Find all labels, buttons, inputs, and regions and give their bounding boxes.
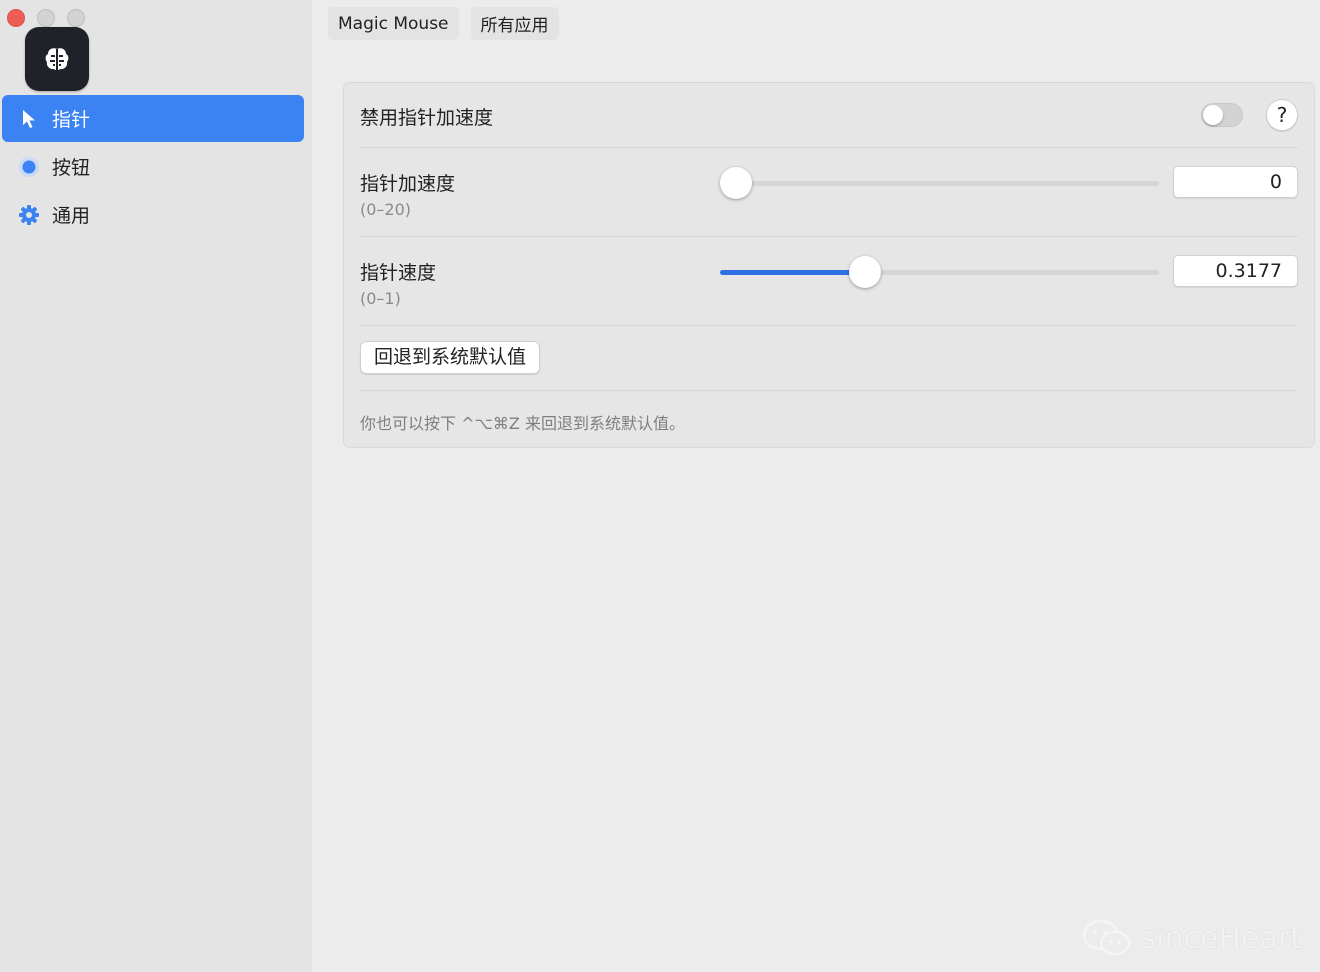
reset-defaults-button[interactable]: 回退到系统默认值 — [360, 341, 541, 374]
pointer-acceleration-range: (0–20) — [360, 200, 412, 219]
slider-knob[interactable] — [849, 256, 882, 288]
wechat-icon — [1082, 919, 1130, 956]
sidebar-item-label: 通用 — [52, 205, 91, 227]
pointer-acceleration-row: 指针加速度 (0–20) 0 — [360, 148, 1298, 237]
sidebar-nav: 指针 按钮 通用 — [2, 95, 304, 239]
sidebar-item-label: 按钮 — [52, 157, 91, 179]
slider-fill — [720, 270, 866, 275]
watermark-text: sinceHeart — [1140, 920, 1302, 956]
brain-icon — [45, 48, 69, 70]
toggle-knob — [1203, 105, 1223, 125]
sidebar-item-pointer[interactable]: 指针 — [2, 95, 304, 142]
reset-shortcut-hint: 你也可以按下 ^⌥⌘Z 来回退到系统默认值。 — [360, 414, 685, 433]
radio-button-icon — [18, 156, 40, 178]
pointer-acceleration-label: 指针加速度 — [360, 173, 456, 195]
pointer-speed-range: (0–1) — [360, 289, 401, 308]
help-button[interactable]: ? — [1266, 99, 1298, 131]
pointer-speed-value[interactable]: 0.3177 — [1173, 255, 1298, 287]
sidebar-item-buttons[interactable]: 按钮 — [2, 143, 304, 190]
sidebar: 指针 按钮 通用 — [0, 0, 312, 972]
tab-magic-mouse[interactable]: Magic Mouse — [328, 7, 459, 40]
window-controls — [7, 9, 85, 27]
slider-knob[interactable] — [720, 167, 752, 199]
pointer-speed-label: 指针速度 — [360, 262, 437, 284]
pointer-acceleration-value[interactable]: 0 — [1173, 166, 1298, 198]
pointer-speed-row: 指针速度 (0–1) 0.3177 — [360, 237, 1298, 326]
gear-icon — [18, 204, 40, 226]
pointer-speed-slider[interactable] — [720, 256, 1159, 288]
app-window: 指针 按钮 通用 Magic Mouse 所有应用 禁用指针加速度 ? 指针加速… — [0, 0, 1320, 972]
tab-all-apps[interactable]: 所有应用 — [470, 7, 559, 40]
pointer-settings-panel: 禁用指针加速度 ? 指针加速度 (0–20) 0 指针速度 (0–1) 0.31… — [343, 82, 1315, 448]
minimize-window-button[interactable] — [37, 9, 55, 27]
pointer-acceleration-slider[interactable] — [720, 167, 1159, 199]
device-tabs: Magic Mouse 所有应用 — [328, 7, 559, 40]
disable-acceleration-toggle[interactable] — [1201, 103, 1243, 127]
sidebar-item-label: 指针 — [52, 109, 91, 131]
disable-acceleration-row: 禁用指针加速度 ? — [360, 83, 1298, 148]
pointer-arrow-icon — [18, 108, 40, 130]
sidebar-item-general[interactable]: 通用 — [2, 191, 304, 238]
disable-acceleration-label: 禁用指针加速度 — [360, 107, 494, 129]
app-icon — [25, 27, 89, 91]
close-window-button[interactable] — [7, 9, 25, 27]
maximize-window-button[interactable] — [67, 9, 85, 27]
watermark: sinceHeart — [1081, 918, 1302, 958]
